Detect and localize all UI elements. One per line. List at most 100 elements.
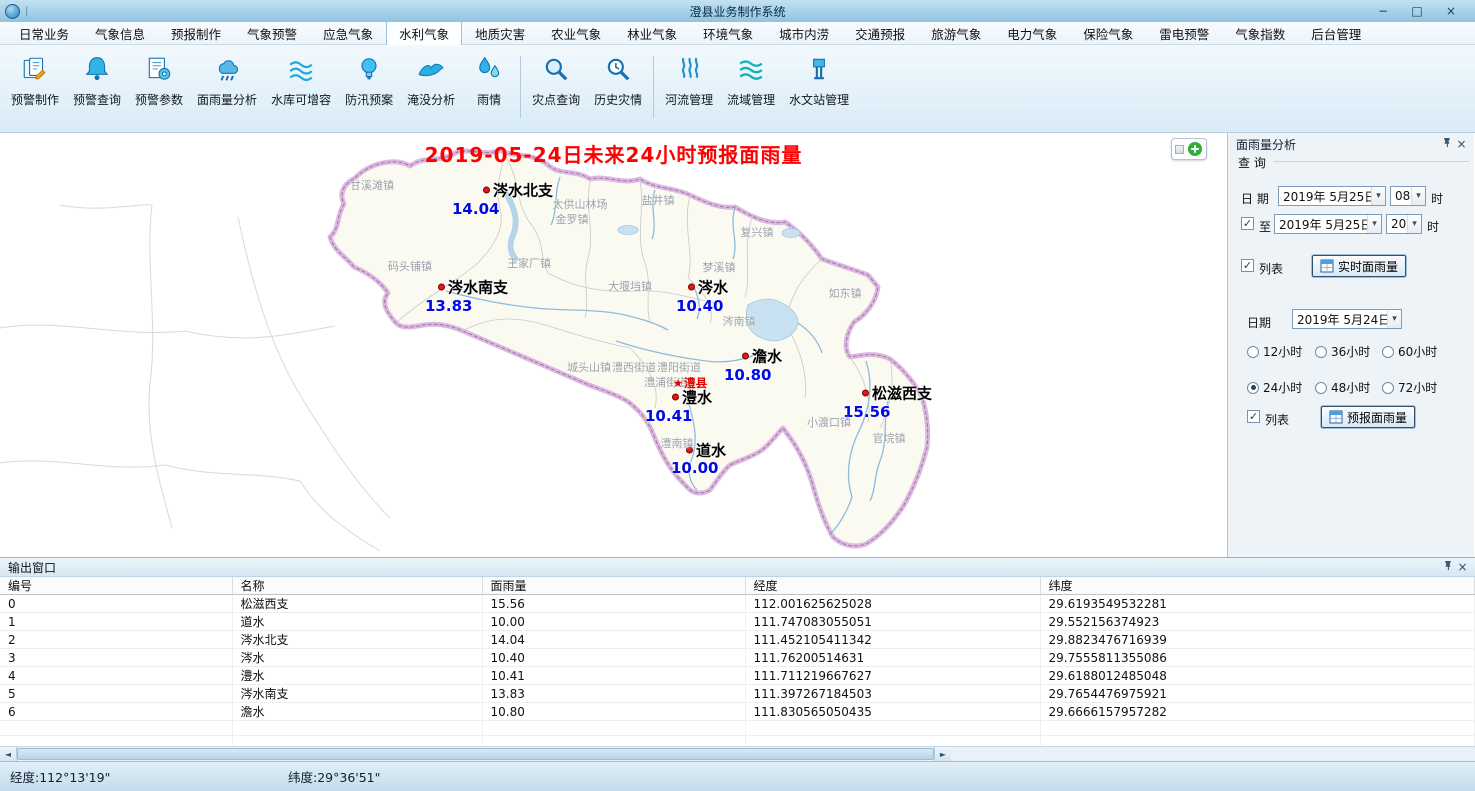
table-cell: [1040, 736, 1475, 747]
column-header-longitude[interactable]: 经度: [745, 577, 1040, 595]
station-name: 涔水南支: [448, 277, 508, 298]
station-marker-澹水[interactable]: 澹水: [742, 346, 782, 367]
chevron-down-icon: [1367, 215, 1381, 233]
pin-icon[interactable]: [1439, 137, 1454, 151]
menu-item-水利气象[interactable]: 水利气象: [386, 21, 462, 46]
station-marker-涔水[interactable]: 涔水: [688, 277, 728, 298]
close-button[interactable]: ×: [1442, 1, 1460, 21]
scroll-left-arrow[interactable]: [0, 747, 17, 761]
station-rainfall-value-松滋西支: 15.56: [843, 403, 890, 421]
table-cell: 0: [0, 595, 232, 613]
duration-radio-48小时[interactable]: 48小时: [1315, 379, 1382, 396]
toolbar-button-面雨量分析[interactable]: 面雨量分析: [190, 48, 264, 132]
duration-radio-12小时[interactable]: 12小时: [1247, 343, 1315, 360]
map-layers-button[interactable]: [1171, 138, 1207, 160]
menu-item-环境气象[interactable]: 环境气象: [690, 21, 766, 46]
duration-radio-60小时[interactable]: 60小时: [1382, 343, 1454, 360]
end-time-checkbox[interactable]: [1241, 217, 1254, 230]
toolbar-button-淹没分析[interactable]: 淹没分析: [400, 48, 462, 132]
maximize-button[interactable]: □: [1408, 1, 1426, 21]
menu-item-应急气象[interactable]: 应急气象: [310, 21, 386, 46]
toolbar-button-预警参数[interactable]: 预警参数: [128, 48, 190, 132]
menu-bar: 日常业务气象信息预报制作气象预警应急气象水利气象地质灾害农业气象林业气象环境气象…: [0, 22, 1475, 45]
start-hour-select[interactable]: 08: [1390, 186, 1426, 206]
toolbar-button-防汛预案[interactable]: 防汛预案: [338, 48, 400, 132]
column-header-id[interactable]: 编号: [0, 577, 232, 595]
menu-item-电力气象[interactable]: 电力气象: [994, 21, 1070, 46]
table-row[interactable]: 6澹水10.80111.83056505043529.6666157957282: [0, 703, 1475, 721]
menu-item-气象预警[interactable]: 气象预警: [234, 21, 310, 46]
panel-close-icon[interactable]: ×: [1454, 137, 1469, 151]
menu-item-气象信息[interactable]: 气象信息: [82, 21, 158, 46]
toolbar-button-灾点查询[interactable]: 灾点查询: [525, 48, 587, 132]
duration-radio-72小时[interactable]: 72小时: [1382, 379, 1454, 396]
forecast-rainfall-button[interactable]: 预报面雨量: [1321, 406, 1415, 428]
map-area[interactable]: 2019-05-24日未来24小时预报面雨量 涔水北支14.04涔水南支13.8…: [0, 133, 1228, 557]
toolbar-button-水库可增容[interactable]: 水库可增容: [264, 48, 338, 132]
toolbar-button-雨情[interactable]: 雨情: [462, 48, 516, 132]
menu-item-农业气象[interactable]: 农业气象: [538, 21, 614, 46]
menu-item-气象指数[interactable]: 气象指数: [1222, 21, 1298, 46]
output-table-area: 编号 名称 面雨量 经度 纬度 0松滋西支15.56112.0016256250…: [0, 577, 1475, 746]
menu-item-预报制作[interactable]: 预报制作: [158, 21, 234, 46]
toolbar-button-label: 流域管理: [727, 91, 775, 108]
station-marker-涔水南支[interactable]: 涔水南支: [438, 277, 508, 298]
station-marker-涔水北支[interactable]: 涔水北支: [483, 180, 553, 201]
menu-item-城市内涝[interactable]: 城市内涝: [766, 21, 842, 46]
radio-circle-icon: [1247, 382, 1259, 394]
table-cell: 道水: [232, 613, 482, 631]
toolbar-button-流域管理[interactable]: 流域管理: [720, 48, 782, 132]
station-marker-松滋西支[interactable]: 松滋西支: [862, 383, 932, 404]
duration-radio-36小时[interactable]: 36小时: [1315, 343, 1382, 360]
table-cell: 4: [0, 667, 232, 685]
output-close-icon[interactable]: ×: [1455, 560, 1470, 574]
start-date-select[interactable]: 2019年 5月25日: [1278, 186, 1386, 206]
scrollbar-track[interactable]: [951, 747, 1475, 761]
toolbar-button-预警查询[interactable]: 预警查询: [66, 48, 128, 132]
titlebar: | 澄县业务制作系统 − □ ×: [0, 0, 1475, 22]
menu-item-后台管理[interactable]: 后台管理: [1298, 21, 1374, 46]
end-date-select[interactable]: 2019年 5月25日: [1274, 214, 1382, 234]
menu-item-雷电预警[interactable]: 雷电预警: [1146, 21, 1222, 46]
column-header-name[interactable]: 名称: [232, 577, 482, 595]
table-row[interactable]: 0松滋西支15.56112.00162562502829.61935495322…: [0, 595, 1475, 613]
table-row[interactable]: 3涔水10.40111.7620051463129.7555811355086: [0, 649, 1475, 667]
realtime-list-checkbox[interactable]: [1241, 259, 1254, 272]
forecast-date-value: 2019年 5月24日: [1293, 311, 1387, 328]
output-window-title: 输出窗口: [8, 559, 1440, 576]
toolbar-separator: [653, 56, 654, 118]
minimize-button[interactable]: −: [1374, 1, 1392, 21]
table-icon: [1320, 259, 1334, 273]
scroll-right-arrow[interactable]: [934, 747, 951, 761]
toolbar-button-水文站管理[interactable]: 水文站管理: [782, 48, 856, 132]
table-row[interactable]: 4澧水10.41111.71121966762729.6188012485048: [0, 667, 1475, 685]
toolbar-button-label: 面雨量分析: [197, 91, 257, 108]
table-cell: 松滋西支: [232, 595, 482, 613]
toolbar-button-历史灾情[interactable]: 历史灾情: [587, 48, 649, 132]
end-hour-select[interactable]: 20: [1386, 214, 1422, 234]
table-row[interactable]: 5涔水南支13.83111.39726718450329.76544769759…: [0, 685, 1475, 703]
toolbar-button-预警制作[interactable]: 预警制作: [4, 48, 66, 132]
menu-item-保险气象[interactable]: 保险气象: [1070, 21, 1146, 46]
forecast-date-select[interactable]: 2019年 5月24日: [1292, 309, 1402, 329]
menu-item-交通预报[interactable]: 交通预报: [842, 21, 918, 46]
table-cell: 29.6188012485048: [1040, 667, 1475, 685]
toolbar-button-河流管理[interactable]: 河流管理: [658, 48, 720, 132]
menu-item-日常业务[interactable]: 日常业务: [6, 21, 82, 46]
scrollbar-thumb[interactable]: [17, 748, 934, 760]
menu-item-林业气象[interactable]: 林业气象: [614, 21, 690, 46]
menu-item-地质灾害[interactable]: 地质灾害: [462, 21, 538, 46]
pin-icon[interactable]: [1440, 560, 1455, 574]
table-row[interactable]: 1道水10.00111.74708305505129.552156374923: [0, 613, 1475, 631]
menu-item-旅游气象[interactable]: 旅游气象: [918, 21, 994, 46]
duration-radio-24小时[interactable]: 24小时: [1247, 379, 1315, 396]
forecast-list-checkbox[interactable]: [1247, 410, 1260, 423]
table-row[interactable]: 2涔水北支14.04111.45210541134229.88234767169…: [0, 631, 1475, 649]
realtime-rainfall-button[interactable]: 实时面雨量: [1312, 255, 1406, 277]
station-marker-道水[interactable]: 道水: [686, 440, 726, 461]
column-header-rainfall[interactable]: 面雨量: [482, 577, 745, 595]
chevron-down-icon: [1387, 310, 1401, 328]
column-header-latitude[interactable]: 纬度: [1040, 577, 1475, 595]
horizontal-scrollbar[interactable]: [0, 746, 1475, 761]
table-header-row: 编号 名称 面雨量 经度 纬度: [0, 577, 1475, 595]
